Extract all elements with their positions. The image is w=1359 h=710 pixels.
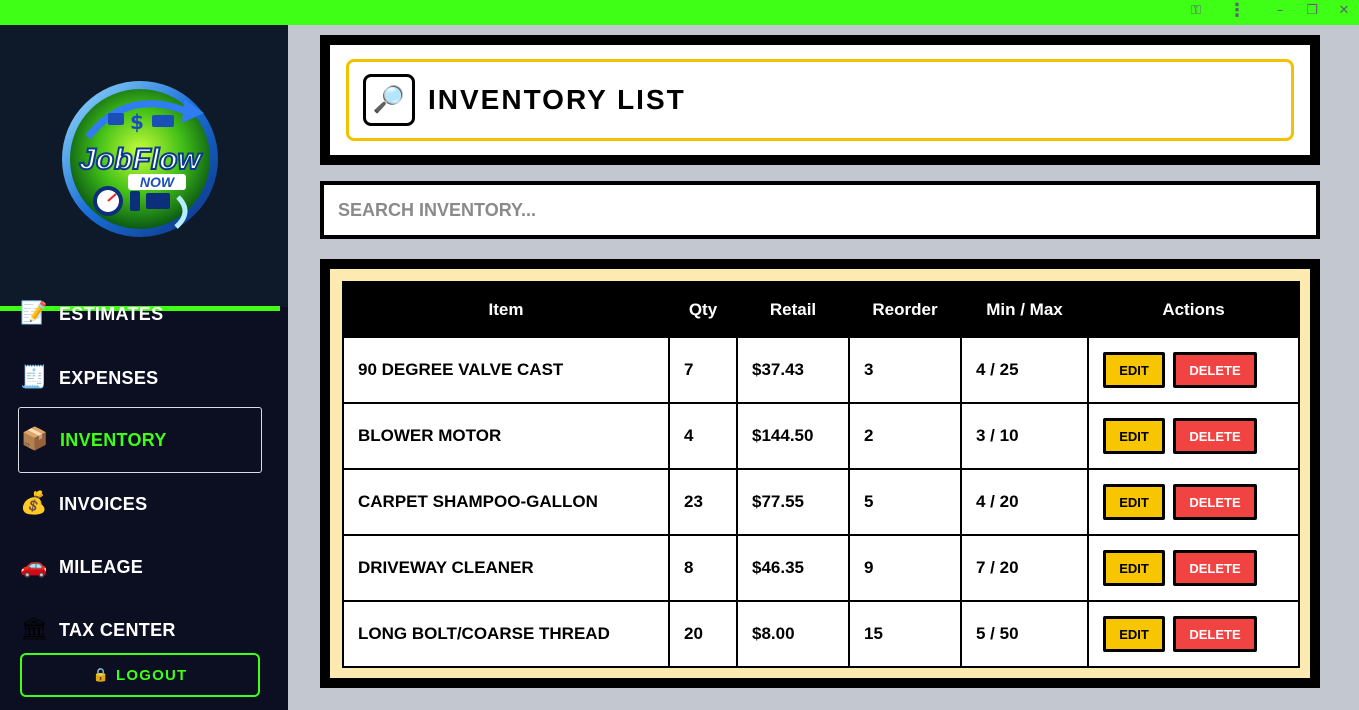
edit-button[interactable]: EDIT <box>1103 616 1165 652</box>
window-title-bar: ⚿ ⋮ – ❐ ✕ <box>0 0 1359 25</box>
page-title: INVENTORY LIST <box>428 84 686 115</box>
item-name: 90 DEGREE VALVE CAST <box>342 336 670 404</box>
sidebar-item-label: EXPENSES <box>59 367 159 388</box>
item-retail: $144.50 <box>736 402 850 470</box>
inventory-table-card: Item Qty Retail Reorder Min / Max Action… <box>320 259 1320 688</box>
item-qty: 23 <box>668 468 738 536</box>
logout-button[interactable]: 🔒 LOGOUT <box>20 653 260 697</box>
more-icon[interactable]: ⋮ <box>1225 0 1249 21</box>
page-header-card: 🔎 INVENTORY LIST <box>320 35 1320 165</box>
minimize-icon[interactable]: – <box>1268 0 1292 20</box>
item-min-max: 4 / 25 <box>960 336 1089 404</box>
sidebar-item-expenses[interactable]: 🧾 EXPENSES <box>18 345 262 411</box>
svg-text:$: $ <box>130 110 144 134</box>
jobflow-logo: $ JobFlow NOW <box>62 81 218 237</box>
lock-icon: 🔒 <box>92 667 110 683</box>
magnifier-icon: 🔎 <box>363 74 415 126</box>
item-qty: 8 <box>668 534 738 602</box>
search-input[interactable] <box>324 185 1316 235</box>
inventory-table-frame: Item Qty Retail Reorder Min / Max Action… <box>330 269 1310 678</box>
item-name: LONG BOLT/COARSE THREAD <box>342 600 670 668</box>
sidebar-item-invoices[interactable]: 💰 INVOICES <box>18 471 262 537</box>
logo-area: $ JobFlow NOW <box>0 25 288 307</box>
table-row: 90 DEGREE VALVE CAST 7 $37.43 3 4 / 25 E… <box>342 336 1300 404</box>
item-qty: 20 <box>668 600 738 668</box>
column-header-actions: Actions <box>1087 281 1300 338</box>
sidebar-item-estimates[interactable]: 📝 ESTIMATES <box>18 281 262 347</box>
delete-button[interactable]: DELETE <box>1173 352 1257 388</box>
item-retail: $77.55 <box>736 468 850 536</box>
row-actions: EDIT DELETE <box>1087 534 1300 602</box>
receipt-icon: 🧾 <box>20 365 48 390</box>
item-reorder: 9 <box>848 534 962 602</box>
column-header-reorder[interactable]: Reorder <box>848 281 962 338</box>
item-min-max: 7 / 20 <box>960 534 1089 602</box>
bank-icon: 🏛 <box>20 617 48 642</box>
item-retail: $46.35 <box>736 534 850 602</box>
money-bag-icon: 💰 <box>20 491 48 516</box>
sidebar: $ JobFlow NOW 📝 ESTIMATES 🧾 EXPENSES 📦 I… <box>0 25 288 710</box>
inventory-table: Item Qty Retail Reorder Min / Max Action… <box>342 281 1300 668</box>
delete-button[interactable]: DELETE <box>1173 616 1257 652</box>
table-row: CARPET SHAMPOO-GALLON 23 $77.55 5 4 / 20… <box>342 468 1300 536</box>
item-reorder: 5 <box>848 468 962 536</box>
memo-icon: 📝 <box>20 301 48 326</box>
table-header-row: Item Qty Retail Reorder Min / Max Action… <box>342 281 1300 338</box>
row-actions: EDIT DELETE <box>1087 600 1300 668</box>
column-header-retail[interactable]: Retail <box>736 281 850 338</box>
search-container <box>320 181 1320 239</box>
logo-wordmark: JobFlow <box>79 143 202 176</box>
table-row: DRIVEWAY CLEANER 8 $46.35 9 7 / 20 EDIT D… <box>342 534 1300 602</box>
item-name: BLOWER MOTOR <box>342 402 670 470</box>
page-header: 🔎 INVENTORY LIST <box>346 59 1294 141</box>
item-retail: $37.43 <box>736 336 850 404</box>
delete-button[interactable]: DELETE <box>1173 550 1257 586</box>
sidebar-item-label: TAX CENTER <box>59 619 176 640</box>
item-reorder: 3 <box>848 336 962 404</box>
close-icon[interactable]: ✕ <box>1332 0 1356 20</box>
package-icon: 📦 <box>21 427 49 452</box>
row-actions: EDIT DELETE <box>1087 336 1300 404</box>
key-icon[interactable]: ⚿ <box>1184 0 1208 20</box>
item-qty: 4 <box>668 402 738 470</box>
car-icon: 🚗 <box>20 554 48 579</box>
sidebar-item-label: ESTIMATES <box>59 303 164 324</box>
row-actions: EDIT DELETE <box>1087 468 1300 536</box>
item-name: DRIVEWAY CLEANER <box>342 534 670 602</box>
edit-button[interactable]: EDIT <box>1103 550 1165 586</box>
sidebar-item-label: INVOICES <box>59 493 148 514</box>
edit-button[interactable]: EDIT <box>1103 352 1165 388</box>
item-qty: 7 <box>668 336 738 404</box>
delete-button[interactable]: DELETE <box>1173 484 1257 520</box>
edit-button[interactable]: EDIT <box>1103 418 1165 454</box>
item-reorder: 2 <box>848 402 962 470</box>
sidebar-item-inventory[interactable]: 📦 INVENTORY <box>18 407 262 473</box>
sidebar-item-label: INVENTORY <box>60 429 167 450</box>
sidebar-item-mileage[interactable]: 🚗 MILEAGE <box>18 534 262 600</box>
column-header-item[interactable]: Item <box>342 281 670 338</box>
edit-button[interactable]: EDIT <box>1103 484 1165 520</box>
sidebar-item-label: MILEAGE <box>59 556 144 577</box>
delete-button[interactable]: DELETE <box>1173 418 1257 454</box>
item-retail: $8.00 <box>736 600 850 668</box>
item-min-max: 4 / 20 <box>960 468 1089 536</box>
item-name: CARPET SHAMPOO-GALLON <box>342 468 670 536</box>
row-actions: EDIT DELETE <box>1087 402 1300 470</box>
logo-subtext: NOW <box>140 174 176 190</box>
restore-icon[interactable]: ❐ <box>1300 0 1324 20</box>
item-min-max: 3 / 10 <box>960 402 1089 470</box>
logout-label: LOGOUT <box>116 666 188 684</box>
item-reorder: 15 <box>848 600 962 668</box>
column-header-min-max[interactable]: Min / Max <box>960 281 1089 338</box>
table-row: LONG BOLT/COARSE THREAD 20 $8.00 15 5 / … <box>342 600 1300 668</box>
column-header-qty[interactable]: Qty <box>668 281 738 338</box>
table-row: BLOWER MOTOR 4 $144.50 2 3 / 10 EDIT DELE… <box>342 402 1300 470</box>
item-min-max: 5 / 50 <box>960 600 1089 668</box>
